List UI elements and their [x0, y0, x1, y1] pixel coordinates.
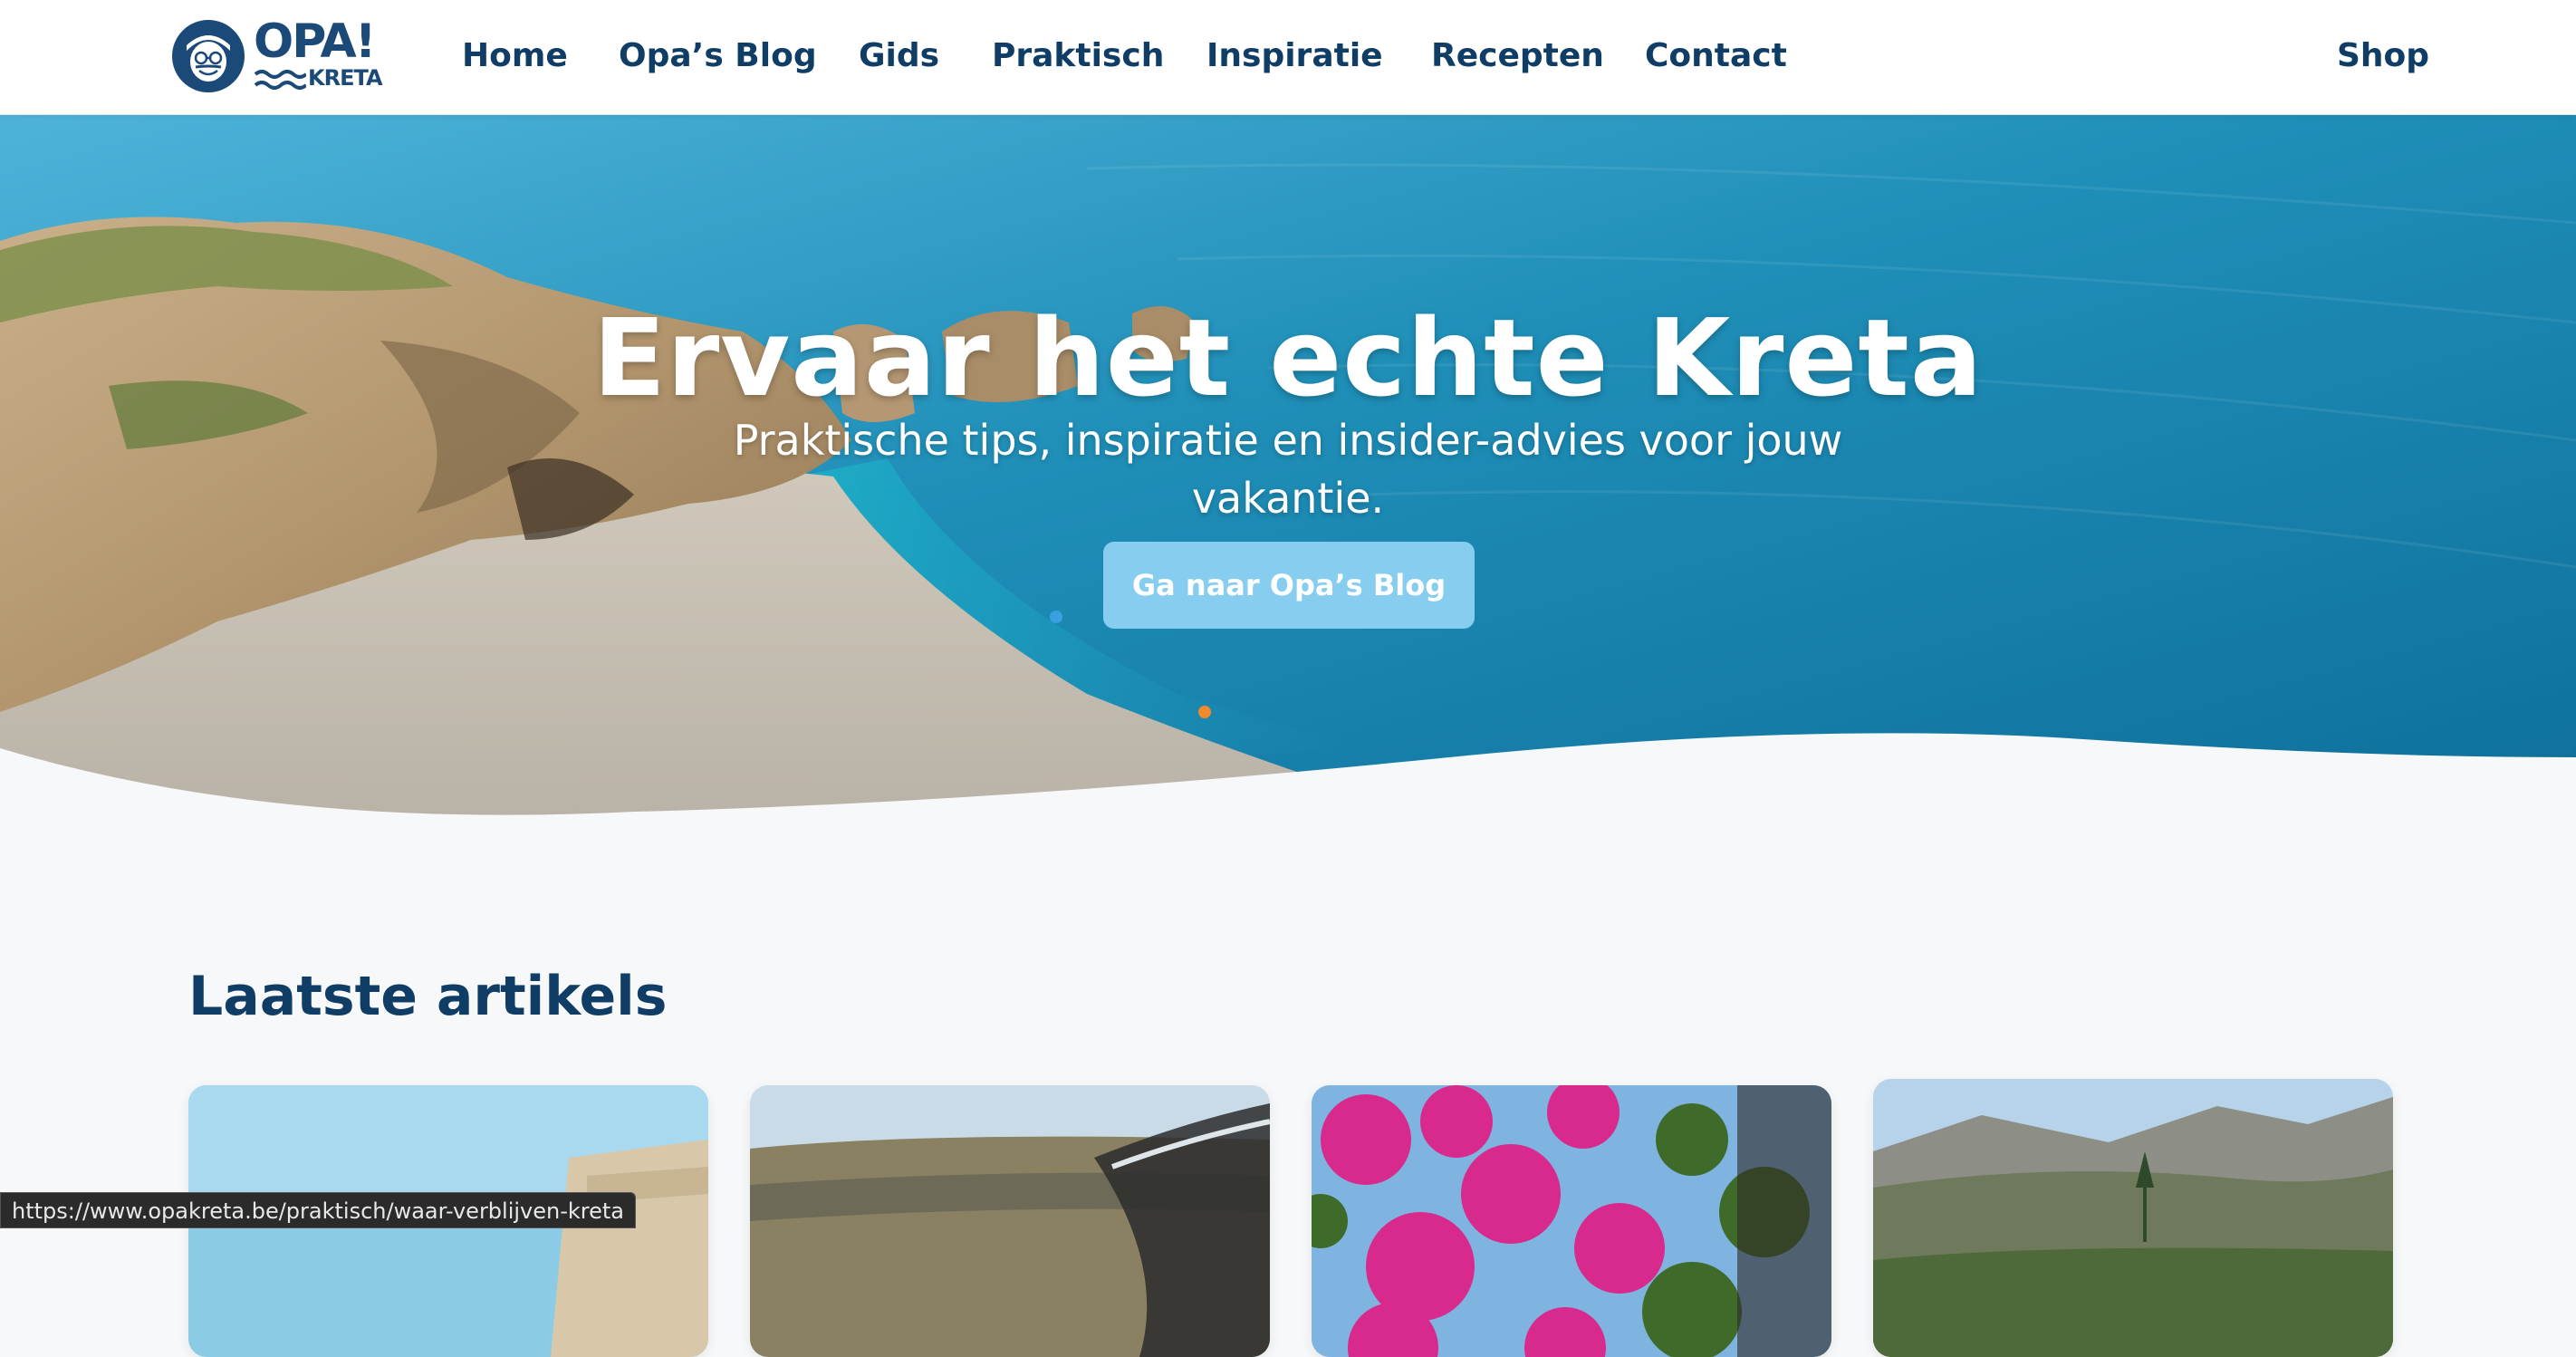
nav-home[interactable]: Home — [462, 34, 568, 78]
nav-praktisch[interactable]: Praktisch — [992, 34, 1164, 78]
nav-recepten[interactable]: Recepten — [1431, 34, 1604, 78]
opa-face-icon — [172, 20, 245, 92]
nav-gids[interactable]: Gids — [859, 34, 939, 78]
waves-icon — [254, 70, 306, 90]
article-card[interactable] — [1873, 1079, 2393, 1357]
hero-subtitle: Praktische tips, inspiratie en insider-a… — [733, 416, 1843, 523]
articles-heading: Laatste artikels — [188, 965, 668, 1028]
hero-title: Ervaar het echte Kreta — [592, 295, 1984, 421]
logo-subtitle: KRETA — [308, 65, 383, 91]
article-thumbnail — [750, 1085, 1270, 1357]
hero-banner: Ervaar het echte Kreta Praktische tips, … — [0, 114, 2576, 821]
nav-opas-blog[interactable]: Opa’s Blog — [619, 34, 817, 78]
nav-contact[interactable]: Contact — [1645, 34, 1787, 78]
nav-shop[interactable]: Shop — [2337, 34, 2429, 78]
nav-inspiratie[interactable]: Inspiratie — [1206, 34, 1383, 78]
site-header: OPA! KRETA Home Opa’s Blog Gids Praktisc… — [0, 0, 2576, 115]
site-logo[interactable]: OPA! KRETA — [172, 14, 383, 96]
browser-status-url: https://www.opakreta.be/praktisch/waar-v… — [0, 1192, 637, 1228]
article-card[interactable] — [750, 1085, 1270, 1357]
article-thumbnail — [1312, 1085, 1831, 1357]
article-thumbnail — [1873, 1079, 2393, 1357]
blog-cta-button[interactable]: Ga naar Opa’s Blog — [1103, 542, 1475, 629]
article-card[interactable] — [1312, 1085, 1831, 1357]
logo-wordmark: OPA! — [254, 14, 377, 69]
